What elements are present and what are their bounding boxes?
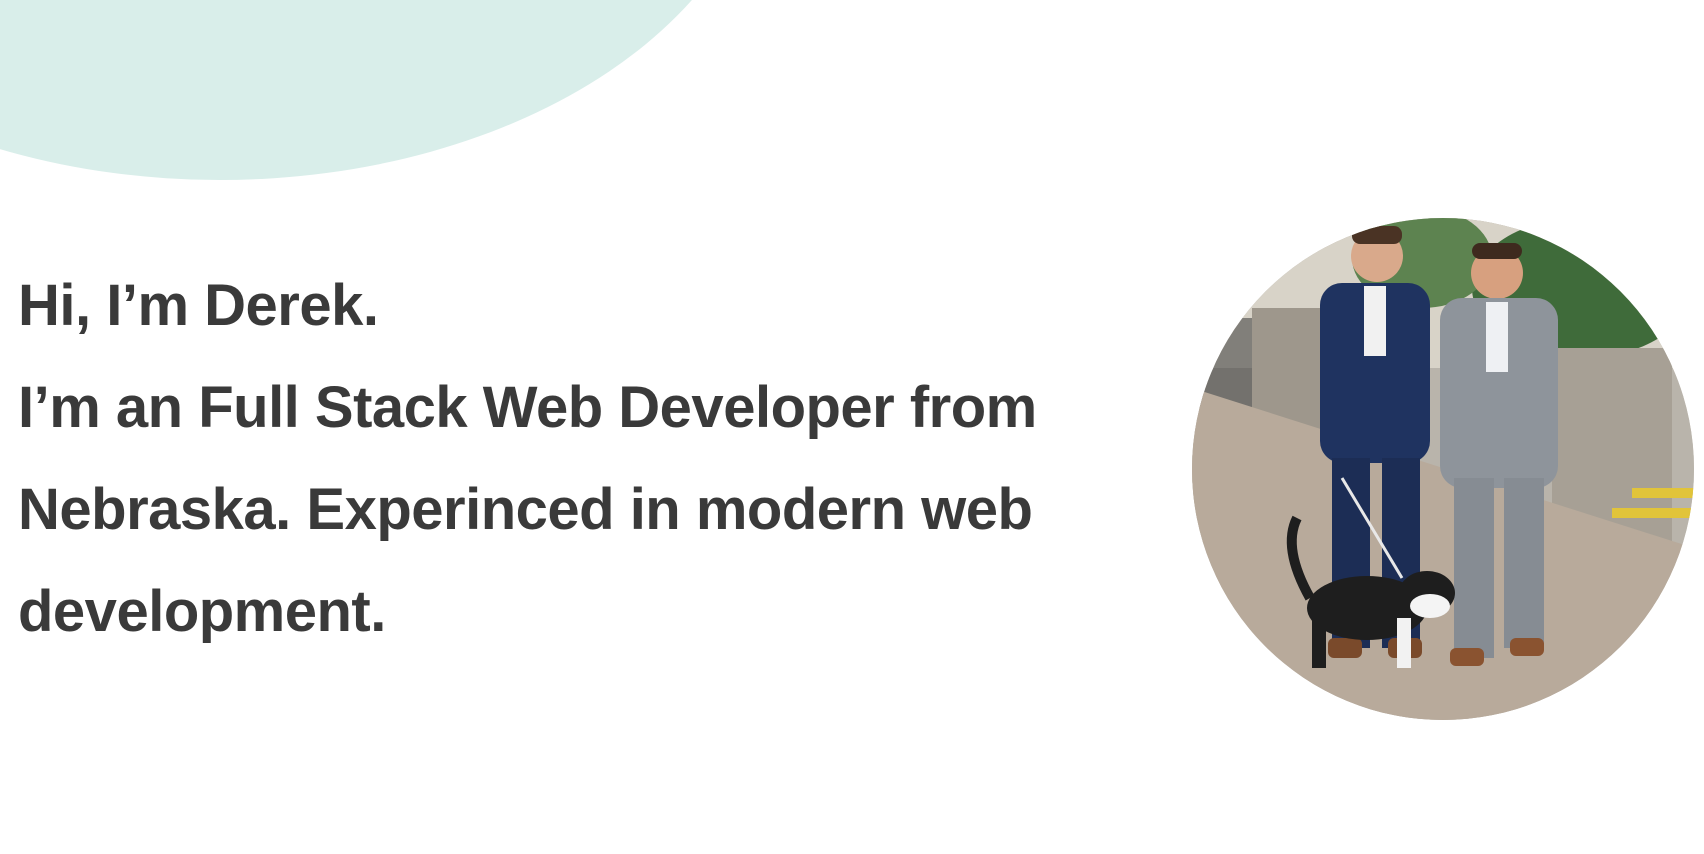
decorative-blob xyxy=(0,0,770,180)
profile-photo-illustration xyxy=(1192,218,1694,720)
intro-text: Hi, I’m Derek. I’m an Full Stack Web Dev… xyxy=(18,255,1138,663)
page: Hi, I’m Derek. I’m an Full Stack Web Dev… xyxy=(0,0,1704,854)
greeting-heading: Hi, I’m Derek. xyxy=(18,273,379,338)
bio-text: I’m an Full Stack Web Developer from Neb… xyxy=(18,375,1037,644)
profile-photo xyxy=(1192,218,1694,720)
